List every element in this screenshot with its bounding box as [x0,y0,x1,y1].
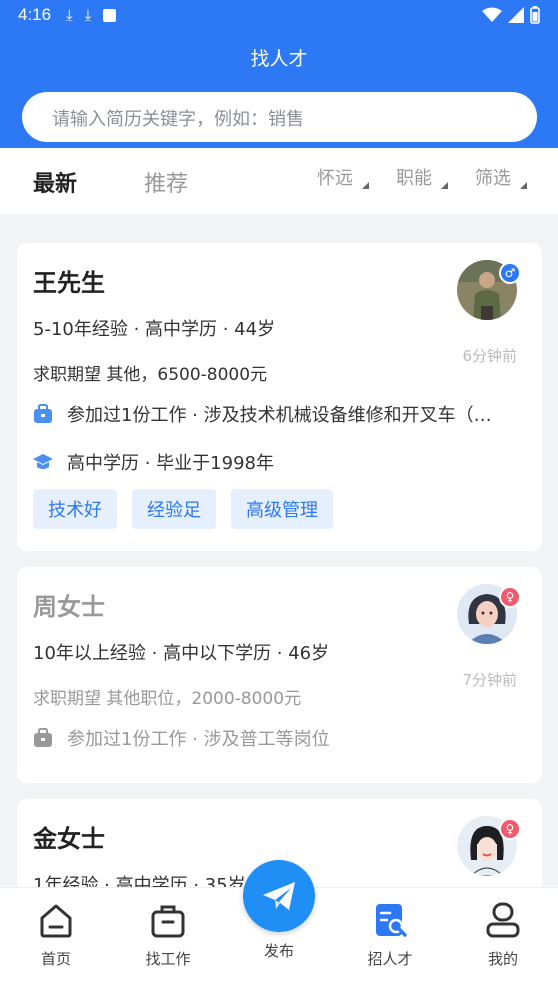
job-expectation: 求职期望 其他，6500-8000元 [33,365,268,385]
skill-tag: 经验足 [132,489,216,529]
candidate-name: 金女士 [33,825,105,853]
skill-tag: 技术好 [33,489,117,529]
work-experience: 参加过1份工作 · 涉及普工等岗位 [67,729,330,750]
nav-mine[interactable]: 我的 [468,900,538,969]
work-experience-row: 参加过1份工作 · 涉及技术机械设备维修和开叉车（… [33,401,492,427]
search-placeholder: 请输入简历关键字，例如：销售 [52,109,304,130]
tab-latest[interactable]: 最新 [33,166,77,198]
tab-recommend[interactable]: 推荐 [144,166,188,198]
skill-tag: 高级管理 [231,489,333,529]
nav-home-label: 首页 [40,950,71,968]
nav-jobs[interactable]: 找工作 [133,900,203,969]
status-time: 4:16 [18,5,52,24]
graduation-cap-icon [33,454,53,469]
nav-talent-label: 招人才 [367,950,413,968]
filter-screen-label: 筛选 [475,168,511,189]
dropdown-icon [362,182,369,189]
work-experience-row: 参加过1份工作 · 涉及普工等岗位 [33,725,330,751]
briefcase-icon [34,404,52,423]
filter-location[interactable]: 怀远 [317,164,369,190]
avatar: ♀ [457,584,521,644]
update-time: 7分钟前 [462,671,517,689]
battery-icon [530,6,540,24]
education: 高中学历 · 毕业于1998年 [67,453,274,474]
female-icon: ♀ [499,818,521,840]
header: 4:16 ⤓ ⤓ 找人才 请输入简历关键字，例如：销售 [0,0,558,148]
nav-mine-label: 我的 [487,950,518,968]
briefcase-icon [151,905,185,938]
nav-home[interactable]: 首页 [21,900,91,969]
filter-screen[interactable]: 筛选 [475,164,527,190]
candidate-name: 周女士 [33,593,105,621]
female-icon: ♀ [499,586,521,608]
candidate-name: 王先生 [33,269,105,297]
update-time: 6分钟前 [462,347,517,365]
status-notification-icons: ⤓ ⤓ [66,6,117,24]
filter-function-label: 职能 [396,168,432,189]
signal-icon [508,7,524,23]
avatar: ♀ [457,816,521,876]
education-row: 高中学历 · 毕业于1998年 [33,449,274,475]
user-icon [486,902,520,938]
app-notification-icon [103,9,117,22]
candidate-meta: 5-10年经验 · 高中学历 · 44岁 [33,319,276,340]
download-icon: ⤓ [66,6,73,24]
publish-button[interactable] [243,860,315,932]
wifi-icon [482,7,502,22]
candidate-card[interactable]: 周女士 10年以上经验 · 高中以下学历 · 46岁 求职期望 其他职位，200… [17,567,542,783]
page-title: 找人才 [250,48,308,70]
dropdown-icon [520,182,527,189]
filter-location-label: 怀远 [317,168,353,189]
candidate-meta: 10年以上经验 · 高中以下学历 · 46岁 [33,643,330,664]
job-expectation: 求职期望 其他职位，2000-8000元 [33,689,302,709]
nav-publish-label: 发布 [263,942,294,960]
nav-jobs-label: 找工作 [145,950,191,968]
download-icon: ⤓ [84,6,92,24]
search-input[interactable]: 请输入简历关键字，例如：销售 [22,92,537,142]
status-bar: 4:16 ⤓ ⤓ [0,0,558,30]
male-icon: ♂ [499,262,521,284]
home-icon [40,904,72,938]
dropdown-icon [441,182,448,189]
status-system-icons [482,6,540,24]
candidate-card[interactable]: 王先生 5-10年经验 · 高中学历 · 44岁 求职期望 其他，6500-80… [17,243,542,551]
briefcase-icon [34,728,52,747]
filter-function[interactable]: 职能 [396,164,448,190]
paper-plane-icon [263,882,295,910]
work-experience: 参加过1份工作 · 涉及技术机械设备维修和开叉车（… [67,405,492,426]
skill-tags: 技术好 经验足 高级管理 [33,489,333,529]
avatar: ♂ [457,260,521,320]
talent-search-icon [376,904,407,937]
tab-bar: 最新 推荐 怀远 职能 筛选 [0,148,558,214]
nav-talent[interactable]: 招人才 [355,900,425,969]
